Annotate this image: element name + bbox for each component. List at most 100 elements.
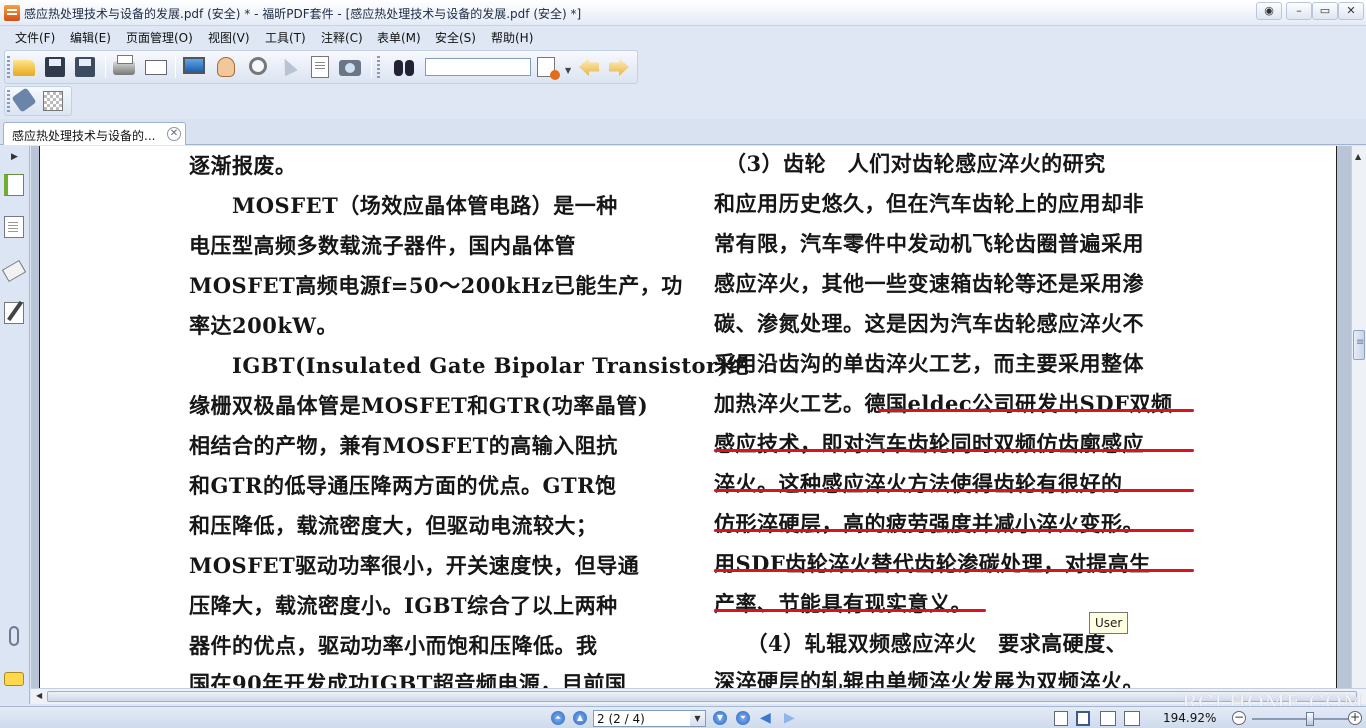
first-page-icon[interactable]: ⏶: [551, 711, 565, 725]
pattern-icon[interactable]: [43, 91, 63, 111]
text-line: 相结合的产物，兼有MOSFET的高输入阻抗: [189, 433, 618, 458]
text-line: MOSFET（场效应晶体管电路）是一种: [189, 193, 618, 218]
underline-annotation[interactable]: [714, 569, 1194, 572]
text-line: 淬火。这种感应淬火方法使得齿轮有很好的: [714, 471, 1123, 496]
continuous-page-icon[interactable]: [1076, 711, 1090, 726]
menu-page-management[interactable]: 页面管理(O): [126, 29, 193, 46]
menu-form[interactable]: 表单(M): [377, 29, 421, 46]
expand-panel-icon[interactable]: ▶: [11, 152, 18, 162]
menu-help[interactable]: 帮助(H): [491, 29, 533, 46]
text-line: 和压降低，载流密度大，但驱动电流较大；: [189, 513, 598, 538]
pdf-page[interactable]: 逐渐报废。 MOSFET（场效应晶体管电路）是一种 电压型高频多数载流子器件，国…: [39, 146, 1337, 688]
menu-security[interactable]: 安全(S): [435, 29, 476, 46]
underline-annotation[interactable]: [714, 449, 1194, 452]
zoom-out-icon[interactable]: −: [1232, 711, 1246, 725]
text-line: 仿形淬硬层，高的疲劳强度并减小淬火变形。: [714, 511, 1144, 536]
underline-annotation[interactable]: [714, 489, 1194, 492]
text-line: 加热淬火工艺。德国eldec公司研发出SDF双频: [714, 391, 1173, 416]
page-number-field[interactable]: 2 (2 / 4) ▼: [593, 710, 706, 727]
restore-down-button[interactable]: ◉: [1256, 2, 1282, 20]
text-select-icon[interactable]: [311, 56, 329, 78]
toolbar-divider: [371, 56, 372, 78]
menu-bar: 文件(F) 编辑(E) 页面管理(O) 视图(V) 工具(T) 注释(C) 表单…: [0, 26, 1366, 48]
document-view[interactable]: 逐渐报废。 MOSFET（场效应晶体管电路）是一种 电压型高频多数载流子器件，国…: [31, 146, 1351, 688]
text-line: 缘栅双极晶体管是MOSFET和GTR(功率晶管): [189, 393, 649, 418]
chevron-down-icon[interactable]: ▼: [565, 66, 571, 75]
toolbar-grip[interactable]: [7, 90, 10, 112]
previous-result-icon[interactable]: [579, 58, 599, 76]
text-line: 和GTR的低导通压降两方面的优点。GTR饱: [189, 473, 617, 498]
next-result-icon[interactable]: [609, 58, 629, 76]
window-title: 感应热处理技术与设备的发展.pdf (安全) * - 福昕PDF套件 - [感应…: [24, 7, 582, 21]
text-line: MOSFET高频电源f=50～200kHz已能生产，功: [189, 273, 683, 298]
eraser-icon[interactable]: [11, 87, 37, 113]
toolbar-grip[interactable]: [377, 56, 380, 78]
find-icon[interactable]: [393, 58, 415, 76]
text-line: 常有限，汽车零件中发动机飞轮齿圈普遍采用: [714, 231, 1144, 256]
text-line: 深淬硬层的轧辊由单频淬火发展为双频淬火。: [714, 669, 1144, 688]
attachments-icon[interactable]: [9, 626, 19, 646]
zoom-slider-handle[interactable]: [1306, 712, 1314, 726]
text-line: 压降大，载流密度小。IGBT综合了以上两种: [189, 593, 618, 618]
text-line: 逐渐报废。: [189, 153, 297, 178]
open-folder-icon[interactable]: [13, 60, 35, 76]
tags-panel-icon[interactable]: [1, 259, 27, 283]
close-tab-icon[interactable]: ✕: [167, 127, 181, 141]
menu-view[interactable]: 视图(V): [208, 29, 250, 46]
toolbar-grip[interactable]: [7, 56, 10, 78]
underline-annotation[interactable]: [714, 529, 1194, 532]
scroll-up-icon[interactable]: ▲: [1355, 152, 1361, 161]
find-options-icon[interactable]: [537, 57, 560, 80]
horizontal-scroll-thumb[interactable]: [47, 691, 1357, 702]
menu-edit[interactable]: 编辑(E): [70, 29, 111, 46]
previous-page-icon[interactable]: ▲: [573, 711, 587, 725]
chevron-down-icon[interactable]: ▼: [690, 711, 705, 726]
continuous-facing-icon[interactable]: [1124, 711, 1140, 726]
document-tab-strip: 感应热处理技术与设备的... ✕: [0, 119, 1366, 145]
zoom-slider[interactable]: [1252, 718, 1348, 720]
facing-pages-icon[interactable]: [1100, 711, 1116, 726]
secondary-toolbar: [4, 86, 72, 116]
print-icon[interactable]: [113, 55, 135, 75]
zoom-level: 194.92%: [1163, 711, 1217, 725]
main-toolbar: ▼: [4, 50, 638, 84]
menu-tools[interactable]: 工具(T): [265, 29, 306, 46]
minimize-button[interactable]: –: [1286, 2, 1312, 20]
snapshot-icon[interactable]: [339, 60, 361, 76]
next-page-icon[interactable]: ▼: [713, 711, 727, 725]
menu-comment[interactable]: 注释(C): [321, 29, 363, 46]
vertical-scroll-thumb[interactable]: [1353, 330, 1365, 360]
email-icon[interactable]: [145, 60, 167, 75]
signatures-panel-icon[interactable]: [4, 302, 24, 324]
horizontal-scrollbar[interactable]: ◀: [31, 688, 1366, 704]
fullscreen-icon[interactable]: [183, 57, 205, 74]
text-line: 用SDF齿轮淬火替代齿轮渗碳处理，对提高生: [714, 551, 1151, 576]
zoom-in-icon[interactable]: +: [1348, 711, 1362, 725]
save-icon[interactable]: [45, 57, 65, 77]
back-icon[interactable]: ◀: [760, 711, 771, 725]
scroll-left-icon[interactable]: ◀: [36, 691, 42, 700]
zoom-icon[interactable]: [249, 57, 267, 75]
forward-icon[interactable]: ▶: [784, 711, 795, 725]
vertical-scrollbar[interactable]: ▲: [1351, 146, 1366, 688]
toolbar-divider: [175, 56, 176, 78]
maximize-button[interactable]: ▭: [1312, 2, 1338, 20]
underline-annotation[interactable]: [878, 409, 1194, 412]
pages-panel-icon[interactable]: [4, 174, 24, 196]
single-page-icon[interactable]: [1054, 711, 1068, 726]
underline-annotation[interactable]: [714, 609, 986, 612]
save-all-icon[interactable]: [75, 57, 95, 77]
text-line: 和应用历史悠久，但在汽车齿轮上的应用却非: [714, 191, 1144, 216]
last-page-icon[interactable]: ⏷: [736, 711, 750, 725]
menu-file[interactable]: 文件(F): [15, 29, 55, 46]
text-line: 率达200kW。: [189, 313, 338, 338]
hand-icon[interactable]: [217, 57, 235, 77]
document-tab[interactable]: 感应热处理技术与设备的... ✕: [3, 122, 186, 145]
annotation-author-tooltip: User: [1089, 612, 1129, 634]
text-line: 器件的优点，驱动功率小而饱和压降低。我: [189, 633, 598, 658]
comments-panel-icon[interactable]: [4, 672, 24, 686]
bookmarks-panel-icon[interactable]: [4, 216, 24, 238]
search-input[interactable]: [425, 58, 531, 76]
close-button[interactable]: ✕: [1338, 2, 1364, 20]
select-icon[interactable]: [278, 55, 298, 77]
